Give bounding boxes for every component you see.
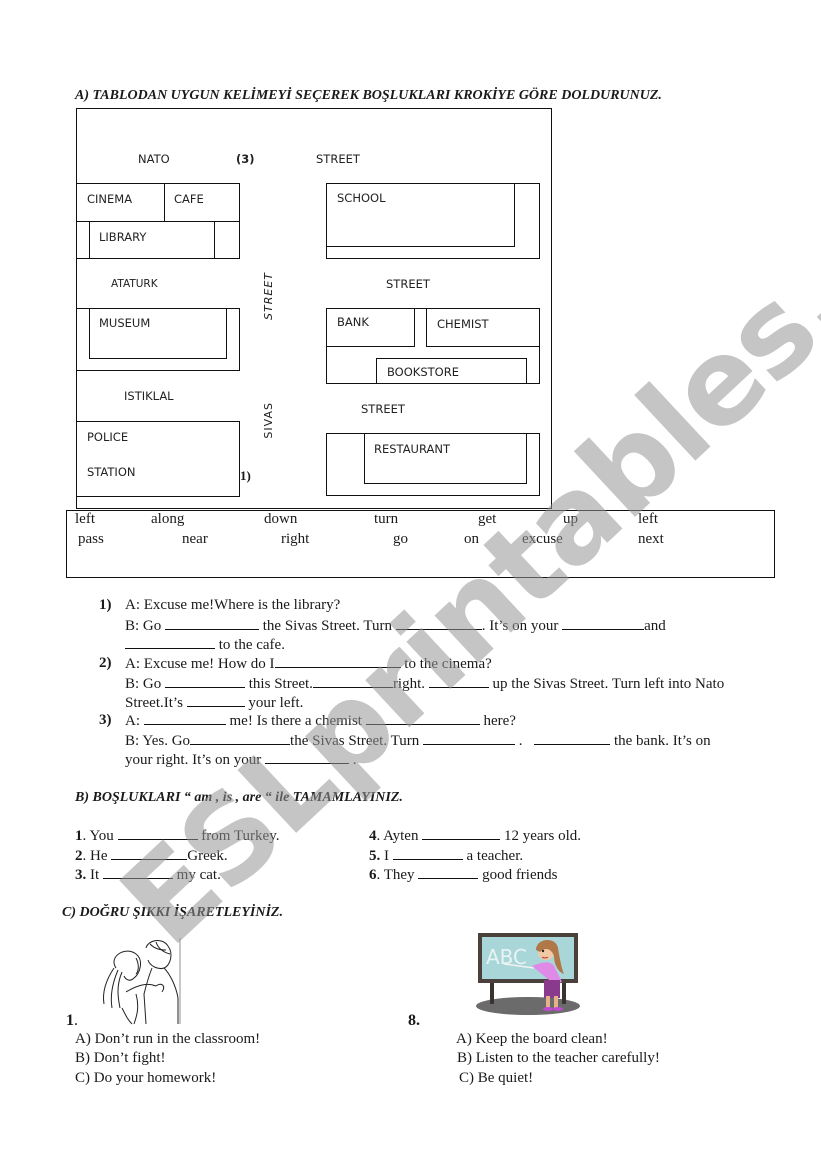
- answer-blank[interactable]: [165, 675, 246, 688]
- answer-blank[interactable]: [395, 617, 482, 630]
- answer-blank[interactable]: [102, 866, 173, 879]
- street-label-istiklal: ISTIKLAL: [124, 389, 174, 403]
- fill-item-3: 3. It my cat.: [75, 866, 221, 883]
- marker-1: 1): [240, 468, 251, 483]
- answer-blank[interactable]: [422, 732, 515, 745]
- dialogue-line-a: A: Excuse me! How do I to the cinema?: [125, 655, 492, 672]
- question-1-number: 1.: [66, 1012, 78, 1029]
- word-bank-item: on: [464, 531, 479, 547]
- street-label-istiklal-street: STREET: [361, 402, 405, 416]
- street-label-nato: NATO: [138, 152, 170, 166]
- word-bank-item: turn: [374, 511, 399, 527]
- marker-3: (3): [236, 152, 255, 166]
- answer-blank[interactable]: [365, 712, 480, 725]
- word-bank-item: next: [638, 531, 664, 547]
- label-cinema: CINEMA: [87, 192, 133, 206]
- dialogue-line-c: Street.It’s your left.: [125, 694, 304, 711]
- label-school: SCHOOL: [337, 191, 386, 205]
- dialogue-number: 3): [99, 712, 112, 728]
- answer-blank[interactable]: [186, 694, 245, 707]
- question-1-option-a[interactable]: A) Don’t run in the classroom!: [75, 1031, 260, 1048]
- dialogue-number: 1): [99, 597, 112, 613]
- word-bank-item: left: [638, 511, 658, 527]
- label-police: POLICE: [87, 430, 129, 444]
- dialogue-line-b: B: Go the Sivas Street. Turn . It’s on y…: [125, 617, 666, 634]
- label-bookstore: BOOKSTORE: [387, 365, 459, 379]
- answer-blank[interactable]: [422, 827, 501, 840]
- street-label-ataturk: ATATURK: [111, 278, 158, 290]
- answer-blank[interactable]: [265, 751, 349, 764]
- street-label-nato-street: STREET: [316, 152, 360, 166]
- word-bank-item: left: [75, 511, 95, 527]
- word-bank-item: excuse: [522, 531, 563, 547]
- section-a-heading: A) TABLODAN UYGUN KELİMEYİ SEÇEREK BOŞLU…: [75, 88, 662, 103]
- label-station: STATION: [87, 465, 136, 479]
- fill-item-6: 6. They good friends: [369, 866, 558, 883]
- label-museum: MUSEUM: [99, 316, 151, 330]
- label-library: LIBRARY: [99, 230, 147, 244]
- answer-blank[interactable]: [274, 655, 401, 668]
- word-bank-item: up: [563, 511, 578, 527]
- answer-blank[interactable]: [143, 712, 226, 725]
- answer-blank[interactable]: [125, 636, 215, 649]
- question-8-number: 8.: [408, 1012, 420, 1029]
- answer-blank[interactable]: [392, 847, 463, 860]
- word-bank-item: pass: [78, 531, 104, 547]
- section-c-heading: C) DOĞRU ŞIKKI İŞARETLEYİNİZ.: [62, 905, 283, 920]
- label-bank: BANK: [337, 315, 369, 329]
- building-restaurant: [364, 433, 527, 484]
- answer-blank[interactable]: [190, 732, 291, 745]
- label-chemist: CHEMIST: [437, 317, 489, 331]
- answer-blank[interactable]: [562, 617, 645, 630]
- board-text: ABC: [486, 945, 527, 969]
- teacher-at-board-illustration: ABC: [476, 933, 580, 1015]
- answer-blank[interactable]: [165, 617, 260, 630]
- question-8-option-a[interactable]: A) Keep the board clean!: [456, 1031, 608, 1048]
- section-b-heading: B) BOŞLUKLARI “ am , is , are “ ile TAMA…: [75, 790, 403, 805]
- answer-blank[interactable]: [418, 866, 479, 879]
- dialogue-line-c: your right. It’s on your .: [125, 751, 357, 768]
- fill-item-1: 1. You from Turkey.: [75, 827, 280, 844]
- word-bank-item: down: [264, 511, 298, 527]
- children-fighting-illustration: [103, 938, 181, 1025]
- word-bank-item: near: [182, 531, 208, 547]
- fill-item-2: 2. He Greek.: [75, 847, 228, 864]
- word-bank-item: go: [393, 531, 408, 547]
- question-8-option-c[interactable]: C) Be quiet!: [459, 1070, 533, 1087]
- answer-blank[interactable]: [534, 732, 611, 745]
- street-label-sivas: SIVAS: [262, 402, 275, 439]
- word-bank-item: along: [151, 511, 185, 527]
- dialogue-line-b: B: Go this Street. right. up the Sivas St…: [125, 675, 725, 692]
- answer-blank[interactable]: [117, 827, 198, 840]
- answer-blank[interactable]: [428, 675, 489, 688]
- fill-item-4: 4. Ayten 12 years old.: [369, 827, 582, 844]
- question-8-option-b[interactable]: B) Listen to the teacher carefully!: [457, 1050, 660, 1067]
- fill-item-5: 5. I a teacher.: [369, 847, 524, 864]
- dialogue-line-a: A: me! Is there a chemist here?: [125, 712, 516, 729]
- label-restaurant: RESTAURANT: [374, 442, 450, 456]
- question-1-option-b[interactable]: B) Don’t fight!: [75, 1050, 166, 1067]
- answer-blank[interactable]: [111, 847, 188, 860]
- label-cafe: CAFE: [174, 192, 204, 206]
- dialogue-line-a: A: Excuse me!Where is the library?: [125, 597, 341, 613]
- street-label-sivas-street-vertical: STREET: [262, 272, 275, 320]
- dialogue-line-b: B: Yes. Go the Sivas Street. Turn . the b…: [125, 732, 711, 749]
- word-bank-item: right: [281, 531, 310, 547]
- dialogue-number: 2): [99, 655, 112, 671]
- dialogue-line-c: to the cafe.: [125, 636, 285, 654]
- question-1-option-c[interactable]: C) Do your homework!: [75, 1070, 216, 1087]
- answer-blank[interactable]: [312, 675, 393, 688]
- word-bank-item: get: [478, 511, 497, 527]
- street-label-ataturk-street: STREET: [386, 277, 430, 291]
